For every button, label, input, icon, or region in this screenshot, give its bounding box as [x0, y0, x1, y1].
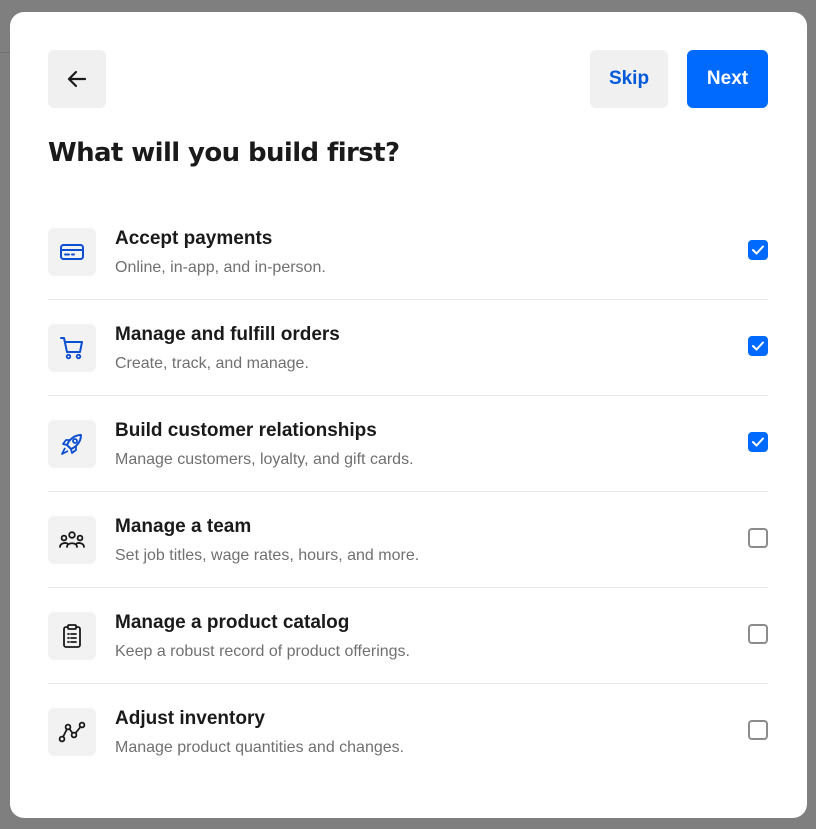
option-manage-team[interactable]: Manage a team Set job titles, wage rates…	[48, 492, 768, 588]
option-accept-payments[interactable]: Accept payments Online, in-app, and in-p…	[48, 204, 768, 300]
option-checkbox[interactable]	[748, 720, 768, 740]
arrow-left-icon	[67, 70, 87, 88]
checkmark-icon	[752, 245, 764, 255]
option-title: Manage a product catalog	[115, 612, 350, 633]
option-title: Accept payments	[115, 228, 273, 249]
background-divider	[0, 52, 10, 53]
option-title: Build customer relationships	[115, 420, 377, 441]
option-title: Manage a team	[115, 516, 252, 537]
option-title: Adjust inventory	[115, 708, 265, 729]
option-subtitle: Keep a robust record of product offering…	[115, 643, 410, 660]
option-subtitle: Manage customers, loyalty, and gift card…	[115, 451, 414, 468]
next-button[interactable]: Next	[687, 50, 768, 108]
option-subtitle: Set job titles, wage rates, hours, and m…	[115, 547, 420, 564]
team-icon	[48, 516, 96, 564]
option-manage-orders[interactable]: Manage and fulfill orders Create, track,…	[48, 300, 768, 396]
page-title: What will you build first?	[48, 138, 400, 168]
options-list: Accept payments Online, in-app, and in-p…	[48, 204, 768, 779]
back-button[interactable]	[48, 50, 106, 108]
shopping-cart-icon	[48, 324, 96, 372]
option-title: Manage and fulfill orders	[115, 324, 340, 345]
checkmark-icon	[752, 437, 764, 447]
option-customer-relationships[interactable]: Build customer relationships Manage cust…	[48, 396, 768, 492]
option-checkbox[interactable]	[748, 432, 768, 452]
option-subtitle: Manage product quantities and changes.	[115, 739, 405, 756]
option-checkbox[interactable]	[748, 240, 768, 260]
credit-card-icon	[48, 228, 96, 276]
checkmark-icon	[752, 341, 764, 351]
option-subtitle: Create, track, and manage.	[115, 355, 309, 372]
onboarding-modal: Skip Next What will you build first? Acc…	[10, 12, 807, 818]
option-checkbox[interactable]	[748, 528, 768, 548]
option-checkbox[interactable]	[748, 624, 768, 644]
option-adjust-inventory[interactable]: Adjust inventory Manage product quantiti…	[48, 684, 768, 779]
line-graph-icon	[48, 708, 96, 756]
option-checkbox[interactable]	[748, 336, 768, 356]
clipboard-list-icon	[48, 612, 96, 660]
rocket-icon	[48, 420, 96, 468]
option-product-catalog[interactable]: Manage a product catalog Keep a robust r…	[48, 588, 768, 684]
skip-button[interactable]: Skip	[590, 50, 668, 108]
option-subtitle: Online, in-app, and in-person.	[115, 259, 326, 276]
